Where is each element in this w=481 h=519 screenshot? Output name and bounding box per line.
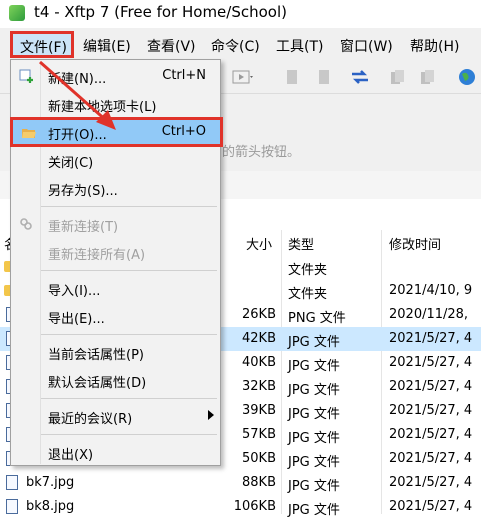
menu-separator bbox=[41, 434, 217, 435]
menu-separator bbox=[41, 398, 217, 399]
menu-item-shortcut: Ctrl+O bbox=[161, 124, 206, 139]
menu-item-import[interactable]: 导入(I)... bbox=[11, 274, 220, 302]
paste-icon[interactable] bbox=[420, 69, 436, 85]
new-session-icon bbox=[19, 69, 33, 83]
file-modified: 2021/5/27, 4 bbox=[389, 355, 473, 370]
menu-file-label: 文件(F) bbox=[20, 40, 67, 56]
file-type: JPG 文件 bbox=[288, 479, 340, 494]
menu-item-label: 当前会话属性(P) bbox=[48, 348, 144, 363]
session-hint-text: 的箭头按钮。 bbox=[222, 145, 301, 160]
file-type: JPG 文件 bbox=[288, 359, 340, 374]
file-menu-dropdown: 新建(N)... Ctrl+N 新建本地选项卡(L) 打开(O)... Ctrl… bbox=[10, 59, 223, 466]
menu-item-exit[interactable]: 退出(X) bbox=[11, 438, 220, 466]
file-type: PNG 文件 bbox=[288, 311, 346, 326]
file-name: bk8.jpg bbox=[26, 499, 75, 514]
menu-item-new[interactable]: 新建(N)... Ctrl+N bbox=[11, 62, 220, 90]
file-modified: 2021/5/27, 4 bbox=[389, 427, 473, 442]
menu-view[interactable]: 查看(V) bbox=[147, 36, 196, 56]
reconnect-icon bbox=[20, 218, 32, 230]
file-type: JPG 文件 bbox=[288, 431, 340, 446]
column-size-header[interactable]: 大小 bbox=[246, 234, 272, 253]
menu-item-default-session-properties[interactable]: 默认会话属性(D) bbox=[11, 366, 220, 394]
table-row[interactable]: bk7.jpg 88KB JPG 文件 2021/5/27, 4 bbox=[0, 471, 481, 495]
submenu-arrow-icon bbox=[208, 410, 214, 420]
menu-item-recent-sessions[interactable]: 最近的会议(R) bbox=[11, 402, 220, 430]
file-modified: 2021/5/27, 4 bbox=[389, 475, 473, 490]
menu-item-save-as[interactable]: 另存为(S)... bbox=[11, 174, 220, 202]
file-modified: 2020/11/28, bbox=[389, 307, 469, 322]
menu-item-current-session-properties[interactable]: 当前会话属性(P) bbox=[11, 338, 220, 366]
menu-item-label: 最近的会议(R) bbox=[48, 412, 133, 427]
menu-separator bbox=[41, 206, 217, 207]
menu-item-shortcut: Ctrl+N bbox=[162, 68, 206, 83]
globe-icon[interactable] bbox=[458, 68, 476, 86]
menu-item-label: 重新连接所有(A) bbox=[48, 248, 146, 263]
file-size: 106KB bbox=[233, 499, 276, 514]
title-bar: t4 - Xftp 7 (Free for Home/School) bbox=[0, 0, 481, 28]
menu-help[interactable]: 帮助(H) bbox=[410, 36, 459, 56]
menu-command[interactable]: 命令(C) bbox=[211, 36, 260, 56]
menu-separator bbox=[41, 334, 217, 335]
file-size: 88KB bbox=[242, 475, 276, 490]
menu-item-reconnect: 重新连接(T) bbox=[11, 210, 220, 238]
menu-item-export[interactable]: 导出(E)... bbox=[11, 302, 220, 330]
menu-file[interactable]: 文件(F) bbox=[10, 31, 74, 58]
menu-tools[interactable]: 工具(T) bbox=[276, 36, 323, 56]
menu-item-label: 新建(N)... bbox=[48, 72, 107, 87]
file-type: 文件夹 bbox=[288, 263, 328, 278]
menu-item-label: 导入(I)... bbox=[48, 284, 101, 299]
play-icon[interactable] bbox=[232, 69, 254, 85]
folder-open-icon bbox=[22, 129, 36, 138]
document-icon-2[interactable] bbox=[316, 69, 332, 85]
file-type: JPG 文件 bbox=[288, 503, 340, 518]
menu-window[interactable]: 窗口(W) bbox=[340, 36, 393, 56]
window-title: t4 - Xftp 7 (Free for Home/School) bbox=[34, 3, 287, 21]
file-type: 文件夹 bbox=[288, 287, 328, 302]
menu-item-label: 导出(E)... bbox=[48, 312, 105, 327]
file-modified: 2021/5/27, 4 bbox=[389, 499, 473, 514]
menu-item-reconnect-all: 重新连接所有(A) bbox=[11, 238, 220, 266]
file-type: JPG 文件 bbox=[288, 335, 340, 350]
file-modified: 2021/5/27, 4 bbox=[389, 331, 473, 346]
xftp-app-icon bbox=[9, 5, 25, 21]
menu-item-label: 默认会话属性(D) bbox=[48, 376, 147, 391]
file-name: bk7.jpg bbox=[26, 475, 75, 490]
table-row[interactable]: bk8.jpg 106KB JPG 文件 2021/5/27, 4 bbox=[0, 495, 481, 519]
menu-item-label: 另存为(S)... bbox=[48, 184, 118, 199]
file-icon bbox=[6, 475, 18, 490]
menu-separator bbox=[41, 270, 217, 271]
file-type: JPG 文件 bbox=[288, 455, 340, 470]
menu-item-open[interactable]: 打开(O)... Ctrl+O bbox=[10, 117, 223, 147]
menu-item-label: 重新连接(T) bbox=[48, 220, 119, 235]
column-modified-header[interactable]: 修改时间 bbox=[389, 234, 441, 253]
menu-item-label: 关闭(C) bbox=[48, 156, 94, 171]
file-modified: 2021/5/27, 4 bbox=[389, 403, 473, 418]
file-modified: 2021/4/10, 9 bbox=[389, 283, 473, 298]
document-icon[interactable] bbox=[284, 69, 300, 85]
menu-edit[interactable]: 编辑(E) bbox=[83, 36, 131, 56]
menu-item-new-local-tab[interactable]: 新建本地选项卡(L) bbox=[11, 90, 220, 118]
file-type: JPG 文件 bbox=[288, 383, 340, 398]
column-type-header[interactable]: 类型 bbox=[288, 234, 314, 253]
file-type: JPG 文件 bbox=[288, 407, 340, 422]
file-modified: 2021/5/27, 4 bbox=[389, 379, 473, 394]
file-icon bbox=[6, 499, 18, 514]
file-modified: 2021/5/27, 4 bbox=[389, 451, 473, 466]
menu-item-label: 打开(O)... bbox=[48, 128, 107, 143]
menu-item-label: 退出(X) bbox=[48, 448, 94, 463]
menu-item-label: 新建本地选项卡(L) bbox=[48, 100, 157, 115]
copy-icon[interactable] bbox=[390, 69, 406, 85]
transfer-icon[interactable] bbox=[350, 69, 370, 85]
menu-item-close[interactable]: 关闭(C) bbox=[11, 146, 220, 174]
